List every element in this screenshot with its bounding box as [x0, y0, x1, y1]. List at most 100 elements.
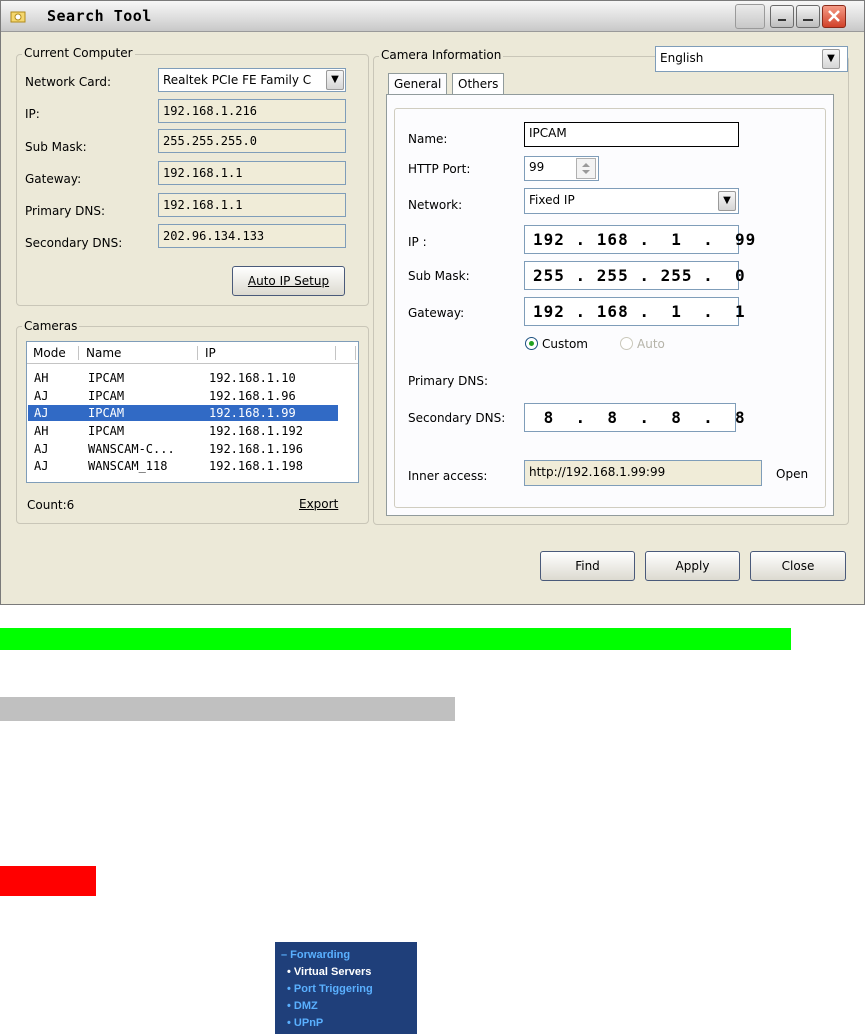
menu-item-port-triggering[interactable]: • Port Triggering [287, 983, 373, 995]
network-label: Network: [408, 198, 463, 212]
row-ip: 192.168.1.198 [209, 459, 303, 473]
open-link[interactable]: Open [776, 467, 808, 481]
http-port-value: 99 [529, 160, 545, 174]
primary-dns-label: Primary DNS: [25, 204, 106, 218]
row-mode: AH [34, 424, 49, 438]
titlebar-extra-frame [735, 4, 765, 29]
primary-dns-field: 192.168.1.1 [158, 193, 346, 217]
find-button[interactable]: Find [540, 551, 635, 581]
camera-ip-input[interactable]: 192 . 168 . 1 . 99 [524, 225, 755, 254]
row-name: IPCAM [88, 389, 125, 403]
language-select[interactable]: English [655, 46, 848, 72]
dns-custom-radio[interactable] [525, 337, 538, 350]
gateway-label: Gateway: [25, 172, 82, 186]
chevron-down-icon[interactable]: ▼ [326, 70, 344, 90]
menu-item-dmz[interactable]: • DMZ [287, 1000, 318, 1012]
column-mode[interactable]: Mode [33, 346, 66, 360]
row-name: IPCAM [88, 406, 125, 420]
menu-item-virtual-servers[interactable]: • Virtual Servers [287, 966, 371, 978]
camera-gateway-input[interactable]: 192 . 168 . 1 . 1 [524, 297, 745, 326]
cameras-legend: Cameras [22, 319, 80, 333]
row-ip: 192.168.1.192 [209, 424, 303, 438]
maximize-button[interactable] [796, 5, 820, 28]
column-ip[interactable]: IP [205, 346, 216, 360]
tab-general[interactable]: General [388, 73, 448, 94]
close-button[interactable]: Close [750, 551, 846, 581]
ip-field: 192.168.1.216 [158, 99, 346, 123]
network-card-label: Network Card: [25, 75, 112, 89]
minimize-button[interactable] [770, 5, 794, 28]
row-mode: AH [34, 371, 49, 385]
network-card-value: Realtek PCIe FE Family C [163, 73, 312, 87]
camera-count: Count:6 [27, 498, 75, 512]
camera-information-legend: Camera Information [379, 48, 504, 62]
camera-name-input[interactable]: IPCAM [524, 122, 739, 147]
network-select[interactable]: Fixed IP [524, 188, 739, 214]
row-ip: 192.168.1.96 [209, 389, 296, 403]
menu-item-upnp[interactable]: • UPnP [287, 1017, 323, 1029]
close-label: Close [781, 559, 815, 573]
row-mode: AJ [34, 406, 49, 420]
export-link[interactable]: Export [299, 497, 338, 511]
red-highlight-bar [0, 866, 96, 896]
http-port-label: HTTP Port: [408, 162, 471, 176]
table-row-selected[interactable]: AJ IPCAM 192.168.1.99 [28, 405, 338, 421]
language-value: English [660, 51, 704, 65]
column-divider [78, 346, 79, 360]
column-divider [355, 346, 356, 360]
network-value: Fixed IP [529, 193, 575, 207]
apply-button[interactable]: Apply [645, 551, 740, 581]
dns-auto-label: Auto [637, 337, 665, 351]
row-mode: AJ [34, 389, 49, 403]
secondary-dns-label: Secondary DNS: [25, 236, 123, 250]
camera-ip-label: IP : [408, 235, 427, 249]
dns-custom-label: Custom [542, 337, 588, 351]
gray-highlight-bar [0, 697, 455, 721]
dns-auto-radio[interactable] [620, 337, 633, 350]
forwarding-menu: – Forwarding • Virtual Servers • Port Tr… [275, 942, 417, 1034]
camera-primary-dns-label: Primary DNS: [408, 374, 489, 388]
spinner-arrows-icon [582, 163, 590, 174]
secondary-dns-field: 202.96.134.133 [158, 224, 346, 248]
tab-others[interactable]: Others [452, 73, 505, 94]
submask-field: 255.255.255.0 [158, 129, 346, 153]
table-row[interactable]: AJ WANSCAM_118 192.168.1.198 [28, 458, 338, 474]
table-row[interactable]: AJ WANSCAM-C... 192.168.1.196 [28, 441, 338, 457]
camera-submask-label: Sub Mask: [408, 269, 470, 283]
camera-list-header: Mode Name IP [27, 342, 358, 364]
window-title: Search Tool [47, 7, 152, 25]
camera-list[interactable]: Mode Name IP AH IPCAM 192.168.1.10 AJ IP… [26, 341, 359, 483]
camera-secondary-dns-label: Secondary DNS: [408, 411, 506, 425]
auto-ip-setup-label: Auto IP Setup [247, 274, 330, 288]
close-icon [828, 10, 840, 22]
close-window-button[interactable] [822, 5, 846, 28]
camera-name-label: Name: [408, 132, 448, 146]
port-stepper[interactable] [576, 158, 596, 179]
apply-label: Apply [675, 559, 710, 573]
chevron-down-icon[interactable]: ▼ [718, 191, 736, 211]
network-card-select[interactable]: Realtek PCIe FE Family C [158, 68, 346, 92]
inner-access-label: Inner access: [408, 469, 488, 483]
row-mode: AJ [34, 459, 49, 473]
table-row[interactable]: AH IPCAM 192.168.1.10 [28, 370, 338, 386]
camera-submask-input[interactable]: 255 . 255 . 255 . 0 [524, 261, 745, 290]
column-name[interactable]: Name [86, 346, 121, 360]
table-row[interactable]: AH IPCAM 192.168.1.192 [28, 423, 338, 439]
forwarding-header[interactable]: – Forwarding [281, 949, 350, 961]
app-icon [10, 11, 26, 23]
inner-access-field: http://192.168.1.99:99 [524, 460, 762, 486]
column-divider [197, 346, 198, 360]
maximize-icon [803, 19, 813, 21]
chevron-down-icon[interactable]: ▼ [822, 49, 840, 69]
find-label: Find [575, 559, 600, 573]
row-name: WANSCAM_118 [88, 459, 168, 473]
submask-label: Sub Mask: [25, 140, 87, 154]
camera-gateway-label: Gateway: [408, 306, 465, 320]
row-ip: 192.168.1.196 [209, 442, 303, 456]
camera-secondary-dns-input[interactable]: 8 . 8 . 8 . 8 [524, 403, 745, 432]
table-row[interactable]: AJ IPCAM 192.168.1.96 [28, 388, 338, 404]
ip-label: IP: [25, 107, 40, 121]
row-ip: 192.168.1.10 [209, 371, 296, 385]
column-divider [335, 346, 336, 360]
auto-ip-setup-button[interactable]: Auto IP Setup [232, 266, 345, 296]
